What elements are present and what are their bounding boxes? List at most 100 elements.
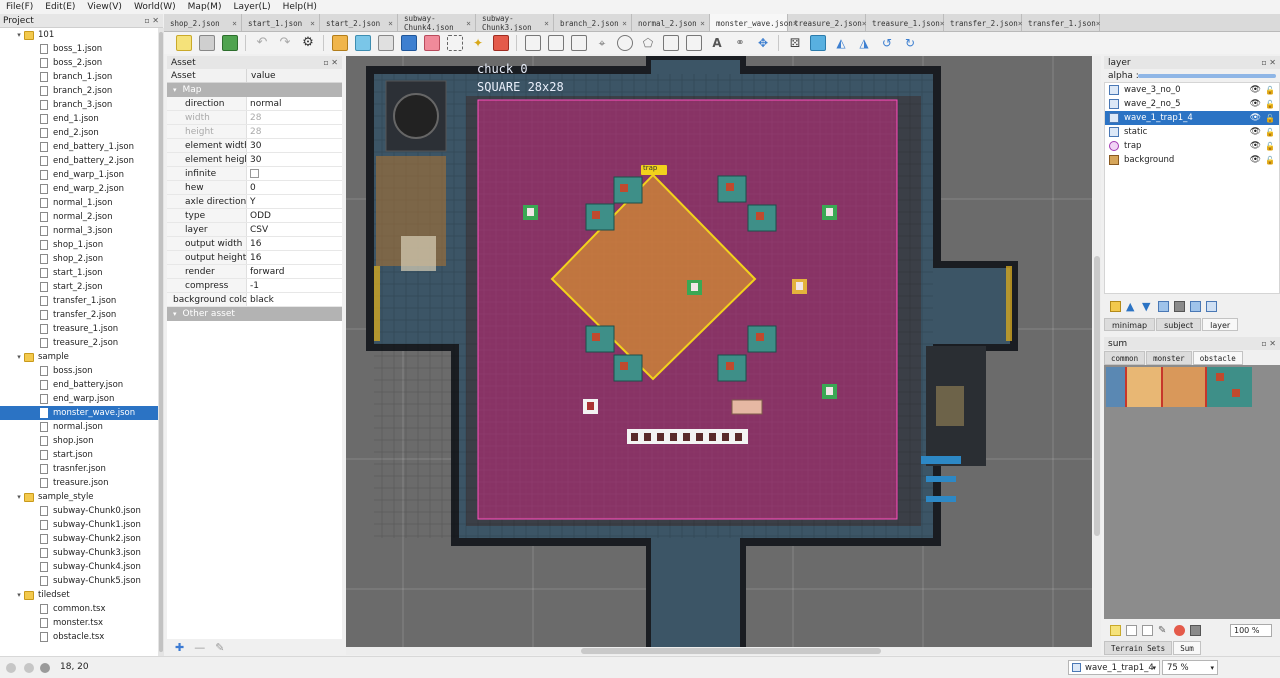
settings-dropdown-icon[interactable]: ⚙: [300, 35, 316, 51]
property-row[interactable]: element width 30: [167, 139, 342, 153]
rect-select-icon[interactable]: [447, 35, 463, 51]
tree-file[interactable]: end_battery_1.json: [0, 140, 158, 154]
rename-property-icon[interactable]: ✎: [215, 641, 224, 654]
project-scrollbar[interactable]: [158, 28, 164, 656]
tree-file[interactable]: branch_2.json: [0, 84, 158, 98]
insert-template-icon[interactable]: [686, 35, 702, 51]
rotate-right-icon[interactable]: ↻: [902, 35, 918, 51]
select-objects-icon[interactable]: [525, 35, 541, 51]
close-icon[interactable]: ×: [232, 19, 237, 28]
tree-file[interactable]: normal_3.json: [0, 224, 158, 238]
property-row[interactable]: output height 16: [167, 251, 342, 265]
tree-file[interactable]: end_warp.json: [0, 392, 158, 406]
layer-item[interactable]: wave_1_trap1_4 👁 🔓: [1105, 111, 1279, 125]
menu-item[interactable]: Edit(E): [39, 2, 81, 12]
tree-file[interactable]: monster_wave.json: [0, 406, 158, 420]
link-icon[interactable]: ⚭: [732, 35, 748, 51]
map-vertical-scrollbar[interactable]: [1093, 56, 1101, 647]
property-row[interactable]: output width 16: [167, 237, 342, 251]
menu-item[interactable]: View(V): [81, 2, 128, 12]
property-row[interactable]: background color black: [167, 293, 342, 307]
tree-file[interactable]: obstacle.tsx: [0, 630, 158, 644]
property-value[interactable]: 16: [247, 251, 342, 264]
property-value[interactable]: forward: [247, 265, 342, 278]
tree-file[interactable]: treasure_1.json: [0, 322, 158, 336]
map-property-group[interactable]: ▾ Map: [167, 83, 342, 97]
tree-file[interactable]: monster.tsx: [0, 616, 158, 630]
lock-icon[interactable]: 🔓: [1265, 156, 1275, 165]
visibility-eye-icon[interactable]: 👁: [1250, 99, 1261, 109]
menu-item[interactable]: Layer(L): [227, 2, 276, 12]
eraser-icon[interactable]: [424, 35, 440, 51]
menu-item[interactable]: Help(H): [277, 2, 323, 12]
document-tab[interactable]: start_2.json ×: [320, 14, 398, 31]
tileset-zoom-select[interactable]: 100 %: [1230, 624, 1272, 637]
tree-folder[interactable]: ▾ 101: [0, 28, 158, 42]
layer-panel-tab[interactable]: minimap: [1104, 318, 1156, 331]
tree-file[interactable]: trasnfer.json: [0, 462, 158, 476]
edit-tileset-icon[interactable]: ✎: [1158, 625, 1169, 636]
info-icon[interactable]: [24, 663, 34, 673]
zoom-select[interactable]: 75 % ▾: [1162, 660, 1218, 675]
layer-item[interactable]: trap 👁 🔓: [1105, 139, 1279, 153]
tree-file[interactable]: subway-Chunk1.json: [0, 518, 158, 532]
panel-controls[interactable]: ▫ ✕: [323, 58, 342, 67]
close-icon[interactable]: ×: [388, 19, 393, 28]
document-tab[interactable]: branch_2.json ×: [554, 14, 632, 31]
tree-file[interactable]: common.tsx: [0, 602, 158, 616]
error-icon[interactable]: [40, 663, 50, 673]
terrain-brush-icon[interactable]: [355, 35, 371, 51]
document-tab[interactable]: normal_2.json ×: [632, 14, 710, 31]
property-value[interactable]: [247, 167, 342, 180]
new-tileset-icon[interactable]: [1110, 625, 1121, 636]
new-layer-icon[interactable]: [1110, 300, 1121, 312]
close-icon[interactable]: ×: [544, 19, 549, 28]
tree-file[interactable]: subway-Chunk4.json: [0, 560, 158, 574]
menu-item[interactable]: Map(M): [182, 2, 228, 12]
document-tab[interactable]: start_1.json ×: [242, 14, 320, 31]
property-row[interactable]: direction normal: [167, 97, 342, 111]
current-layer-select[interactable]: wave_1_trap1_4 ▾: [1068, 660, 1160, 675]
save-icon[interactable]: [222, 35, 238, 51]
tileset-tab[interactable]: obstacle: [1192, 351, 1243, 365]
close-icon[interactable]: ×: [310, 19, 315, 28]
lock-icon[interactable]: 🔓: [1265, 142, 1275, 151]
layer-panel-tab[interactable]: subject: [1156, 318, 1202, 331]
tree-file[interactable]: subway-Chunk5.json: [0, 574, 158, 588]
map-horizontal-scrollbar[interactable]: [346, 647, 1101, 655]
embed-tileset-icon[interactable]: [1126, 625, 1137, 636]
rotate-left-icon[interactable]: ↺: [879, 35, 895, 51]
map-canvas[interactable]: chuck 0 SQUARE 28x28 trap: [346, 56, 1092, 647]
tree-file[interactable]: boss_2.json: [0, 56, 158, 70]
tree-file[interactable]: subway-Chunk3.json: [0, 546, 158, 560]
move-icon[interactable]: ✥: [755, 35, 771, 51]
property-row[interactable]: compress -1: [167, 279, 342, 293]
visibility-eye-icon[interactable]: 👁: [1250, 113, 1261, 123]
layer-item[interactable]: wave_2_no_5 👁 🔓: [1105, 97, 1279, 111]
layer-item[interactable]: background 👁 🔓: [1105, 153, 1279, 167]
menu-item[interactable]: World(W): [128, 2, 182, 12]
property-value[interactable]: 30: [247, 153, 342, 166]
flip-vertical-icon[interactable]: ◮: [856, 35, 872, 51]
random-mode-icon[interactable]: ⚄: [787, 35, 803, 51]
tileset-tab[interactable]: monster: [1146, 351, 1192, 365]
visibility-eye-icon[interactable]: 👁: [1250, 141, 1261, 151]
layer-properties-icon[interactable]: [1190, 300, 1201, 312]
tree-file[interactable]: start_2.json: [0, 280, 158, 294]
export-tileset-icon[interactable]: [1142, 625, 1153, 636]
property-value[interactable]: ODD: [247, 209, 342, 222]
chevron-down-icon[interactable]: ▾: [14, 493, 24, 501]
document-tab[interactable]: monster_wave.json ×: [710, 14, 798, 31]
tree-file[interactable]: shop_1.json: [0, 238, 158, 252]
document-tab[interactable]: transfer_1.json ×: [1022, 14, 1101, 31]
tree-file[interactable]: end_battery.json: [0, 378, 158, 392]
undo-icon[interactable]: ↶: [254, 35, 270, 51]
property-row[interactable]: element height 30: [167, 153, 342, 167]
layer-panel-tab[interactable]: layer: [1202, 318, 1239, 331]
insert-tile-icon[interactable]: [663, 35, 679, 51]
document-tab[interactable]: subway-Chunk4.json ×: [398, 14, 476, 31]
menu-item[interactable]: File(F): [0, 2, 39, 12]
lower-layer-icon[interactable]: ▼: [1142, 301, 1153, 312]
tree-file[interactable]: start.json: [0, 448, 158, 462]
chevron-down-icon[interactable]: ▾: [14, 591, 24, 599]
